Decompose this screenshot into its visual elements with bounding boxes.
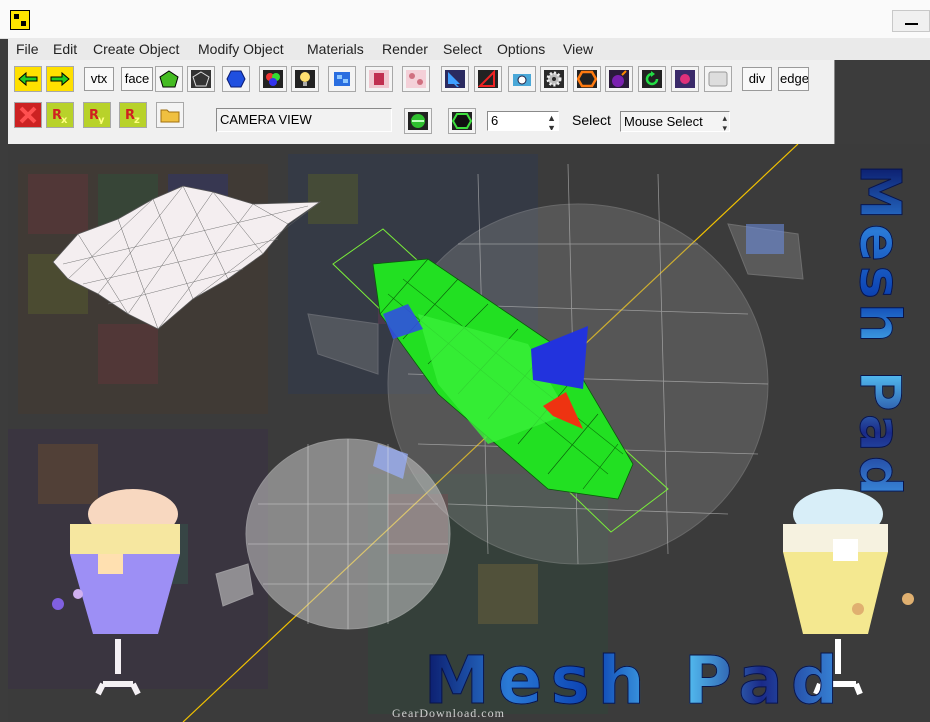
edge-mode-button[interactable]: edge	[778, 67, 809, 91]
select-arrow-button[interactable]	[441, 66, 469, 92]
watermark-text: GearDownload.com	[392, 706, 505, 720]
menu-bar: File Edit Create Object Modify Object Ma…	[8, 38, 930, 60]
toolbar-panel: vtx face div edge R x R y R z CAMERA VIE…	[8, 60, 835, 145]
sides-value: 6	[491, 113, 499, 128]
select-label: Select	[572, 112, 611, 128]
divide-button[interactable]: div	[742, 67, 772, 91]
next-button[interactable]	[46, 66, 74, 92]
arrow-left-icon	[18, 71, 38, 87]
wire-polygon-button[interactable]	[187, 66, 215, 92]
camera-button[interactable]	[508, 66, 536, 92]
menu-modify-object[interactable]: Modify Object	[198, 41, 284, 57]
title-bar	[0, 0, 930, 39]
minimize-button[interactable]	[892, 10, 930, 32]
rotate-icon	[642, 70, 662, 88]
menu-select[interactable]: Select	[443, 41, 482, 57]
menu-file[interactable]: File	[16, 41, 39, 57]
green-polygon-icon	[159, 70, 179, 88]
rotate-x-icon: Rx	[52, 108, 68, 124]
face-mode-button[interactable]: face	[121, 67, 153, 91]
flower-button[interactable]	[671, 66, 699, 92]
light-bulb-button[interactable]	[291, 66, 319, 92]
pink-pattern-icon	[406, 70, 426, 88]
triangle-button[interactable]	[474, 66, 502, 92]
svg-text:x: x	[61, 115, 68, 124]
menu-view[interactable]: View	[563, 41, 593, 57]
dropdown-arrows[interactable]: ▴ ▾	[722, 113, 727, 131]
spin-down-icon[interactable]: ▼	[547, 123, 556, 130]
select-arrow-icon	[445, 70, 465, 88]
bomb-button[interactable]	[605, 66, 633, 92]
green-sphere-button[interactable]	[404, 108, 432, 134]
camera-icon	[513, 74, 531, 86]
menu-render[interactable]: Render	[382, 41, 428, 57]
green-polygon-button[interactable]	[155, 66, 183, 92]
green-sphere-icon	[408, 112, 428, 130]
scene-canvas[interactable]	[8, 144, 930, 722]
rotate-z-icon: Rz	[125, 108, 140, 124]
svg-text:z: z	[134, 115, 140, 124]
blank-button[interactable]	[704, 66, 732, 92]
pattern-button[interactable]	[402, 66, 430, 92]
hexagon-sides-button[interactable]	[448, 108, 476, 134]
blue-cube-icon	[334, 72, 350, 86]
spinner-arrows[interactable]: ▲ ▼	[547, 113, 556, 130]
delete-icon	[19, 106, 37, 124]
rotate-button[interactable]	[638, 66, 666, 92]
light-colors-button[interactable]	[259, 66, 287, 92]
delete-button[interactable]	[14, 102, 42, 128]
select-mode-value: Mouse Select	[624, 114, 703, 129]
folder-icon	[160, 109, 180, 123]
sides-spinner[interactable]: 6 ▲ ▼	[487, 111, 559, 131]
menu-create-object[interactable]: Create Object	[93, 41, 179, 57]
svg-text:y: y	[98, 115, 105, 124]
pink-texture-icon	[369, 70, 389, 88]
blue-hexagon-button[interactable]	[222, 66, 250, 92]
mesh-pad-logo-side: Mesh Pad	[847, 164, 913, 501]
rotate-y-icon: Ry	[89, 108, 105, 124]
rotate-z-button[interactable]: Rz	[119, 102, 147, 128]
orange-hexagon-icon	[577, 70, 597, 88]
view-name-field[interactable]: CAMERA VIEW	[216, 108, 392, 132]
rgb-light-icon	[263, 70, 283, 88]
settings-button[interactable]	[540, 66, 568, 92]
bomb-icon	[609, 70, 629, 88]
gear-icon	[544, 70, 564, 88]
menu-options[interactable]: Options	[497, 41, 545, 57]
triangle-icon	[478, 70, 498, 88]
texture-button[interactable]	[365, 66, 393, 92]
blue-hexagon-icon	[226, 70, 246, 88]
vertex-mode-button[interactable]: vtx	[84, 67, 114, 91]
pink-flower-icon	[675, 70, 695, 88]
select-mode-dropdown[interactable]: Mouse Select ▴ ▾	[620, 111, 730, 132]
blank-icon	[708, 71, 728, 87]
wire-polygon-icon	[191, 70, 211, 88]
orange-hexagon-button[interactable]	[573, 66, 601, 92]
blue-cube-button[interactable]	[328, 66, 356, 92]
prev-button[interactable]	[14, 66, 42, 92]
spin-up-icon[interactable]: ▲	[547, 113, 556, 123]
app-icon[interactable]	[10, 10, 30, 30]
green-hexagon-icon	[452, 112, 472, 130]
rotate-x-button[interactable]: Rx	[46, 102, 74, 128]
light-bulb-icon	[295, 70, 315, 88]
open-file-button[interactable]	[156, 102, 184, 128]
arrow-right-icon	[50, 71, 70, 87]
rotate-y-button[interactable]: Ry	[83, 102, 111, 128]
menu-edit[interactable]: Edit	[53, 41, 77, 57]
menu-materials[interactable]: Materials	[307, 41, 364, 57]
camera-viewport[interactable]: Mesh Pad Mesh Pad	[8, 144, 930, 722]
